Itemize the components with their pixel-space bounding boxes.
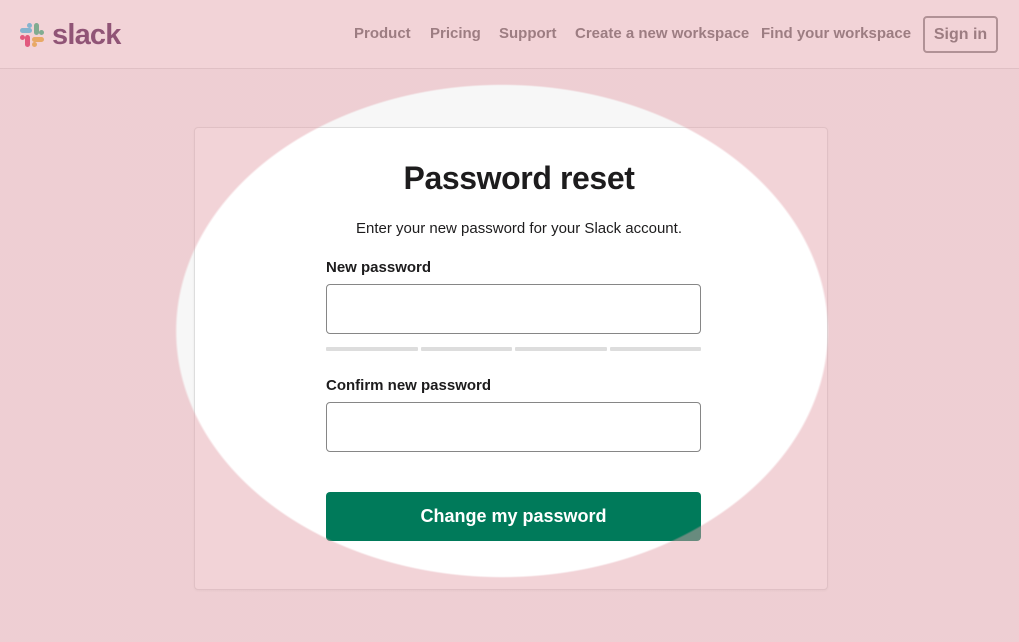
slack-hash-logo-icon (18, 21, 46, 49)
page-subtitle: Enter your new password for your Slack a… (356, 220, 682, 237)
confirm-password-input[interactable] (326, 402, 701, 452)
strength-segment (326, 347, 418, 351)
new-password-input[interactable] (326, 284, 701, 334)
confirm-password-label: Confirm new password (326, 377, 492, 394)
sign-in-button[interactable]: Sign in (923, 16, 998, 53)
page-title: Password reset (403, 160, 635, 196)
change-password-button[interactable]: Change my password (326, 492, 701, 541)
nav-product-link[interactable]: Product (354, 25, 411, 42)
password-strength-meter (326, 347, 701, 351)
top-header: slack Product Pricing Support Create a n… (0, 0, 1019, 69)
new-password-label: New password (326, 259, 432, 276)
nav-create-workspace-link[interactable]: Create a new workspace (575, 25, 749, 42)
strength-segment (515, 347, 607, 351)
nav-support-link[interactable]: Support (499, 25, 557, 42)
nav-pricing-link[interactable]: Pricing (430, 25, 481, 42)
strength-segment (420, 347, 512, 351)
nav-find-workspace-link[interactable]: Find your workspace (761, 25, 911, 42)
slack-logo[interactable]: slack (18, 20, 121, 50)
logo-wordmark: slack (52, 19, 121, 51)
strength-segment (609, 347, 701, 351)
